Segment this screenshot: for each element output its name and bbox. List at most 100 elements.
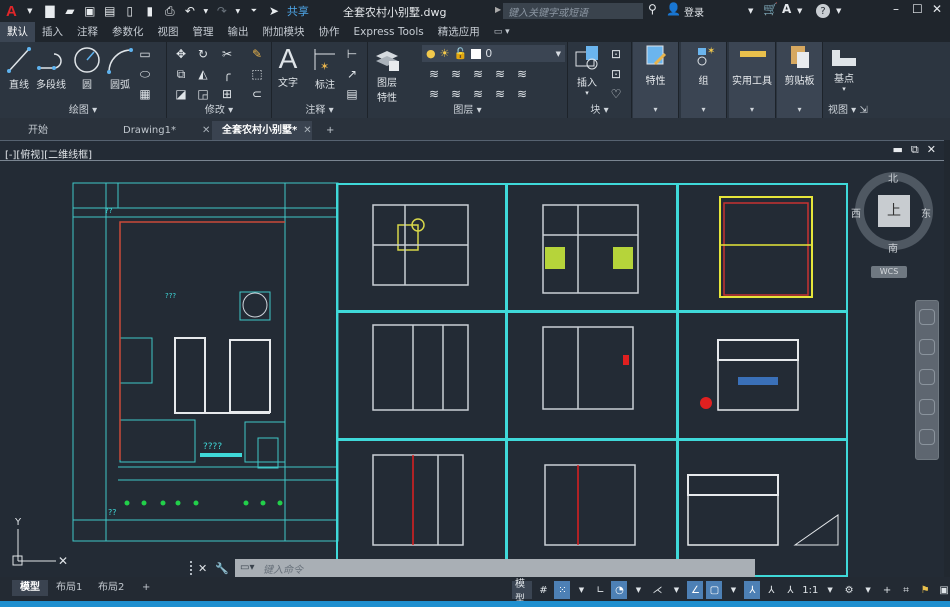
close-tab-icon[interactable]: ✕ — [303, 125, 311, 136]
layer-properties-button[interactable]: 图层 特性 — [374, 46, 400, 104]
annotation-scale-value[interactable]: 1:1 — [801, 581, 819, 599]
doc-tab-drawing1[interactable]: Drawing1* ✕ — [113, 121, 210, 140]
circle-button[interactable]: 圆 — [73, 46, 101, 91]
help-dropdown-icon[interactable]: ▼ — [836, 7, 841, 15]
tab-parametric[interactable]: 参数化 — [105, 22, 151, 42]
polar-dropdown-icon[interactable]: ▼ — [630, 581, 646, 599]
compass-north[interactable]: 北 — [888, 170, 898, 185]
user-icon[interactable]: 👤 — [666, 2, 681, 16]
viewport-restore-icon[interactable]: ⧉ — [911, 143, 919, 157]
mirror-icon[interactable]: ◭ — [195, 66, 211, 82]
undo-icon[interactable]: ↶ — [183, 4, 197, 18]
snap-icon[interactable]: ⁙ — [554, 581, 571, 599]
doc-tab-current[interactable]: 全套农村小别墅* ✕ — [212, 121, 312, 140]
ortho-icon[interactable]: ∟ — [592, 581, 608, 599]
search-input[interactable]: 键入关键字或短语 — [503, 3, 643, 19]
block-attribute-icon[interactable]: ♡ — [608, 86, 624, 102]
command-close-icon[interactable]: ✕ — [198, 562, 207, 575]
doc-tab-start[interactable]: 开始 — [18, 121, 113, 140]
object-snap-tracking-icon[interactable]: ∠ — [687, 581, 704, 599]
redo-icon[interactable]: ↷ — [215, 4, 229, 18]
layout-tab-model[interactable]: 模型 — [12, 580, 48, 596]
clipboard-expand-icon[interactable]: ▾ — [777, 105, 822, 114]
auto-scale-icon[interactable]: ⅄ — [763, 581, 779, 599]
save-web-icon[interactable]: ▮ — [143, 4, 157, 18]
object-snap-icon[interactable]: ▢ — [706, 581, 723, 599]
app-logo[interactable]: A — [6, 3, 17, 20]
polyline-button[interactable]: 多段线 — [36, 46, 66, 91]
view-panel-label[interactable]: 视图 ▾ ⇲ — [828, 101, 950, 116]
viewport-controls-label[interactable]: [-][俯视][二维线框] — [5, 146, 92, 161]
viewport-close-icon[interactable]: ✕ — [927, 143, 936, 157]
properties-panel[interactable]: 特性 ▾ — [633, 42, 679, 118]
layer-copy-icon[interactable]: ≋ — [514, 86, 530, 102]
modify-panel-label[interactable]: 修改 ▾ — [167, 101, 271, 116]
annotation-visibility-icon[interactable]: ⅄ — [744, 581, 761, 599]
tab-express-tools[interactable]: Express Tools — [347, 22, 431, 42]
linear-dim-icon[interactable]: ⊢ — [344, 46, 360, 62]
compass-east[interactable]: 东 — [921, 205, 931, 220]
open-file-icon[interactable]: ▰ — [63, 4, 77, 18]
table-icon[interactable]: ▤ — [344, 86, 360, 102]
save-icon[interactable]: ▣ — [83, 4, 97, 18]
workspace-gear-icon[interactable]: ⚙ — [841, 581, 857, 599]
viewport-minimize-icon[interactable]: ▬ — [893, 143, 903, 157]
new-tab-button[interactable]: + — [316, 121, 334, 140]
app-menu-chevron-icon[interactable]: ▼ — [23, 4, 37, 18]
zoom-extents-icon[interactable] — [919, 369, 935, 385]
trim-icon[interactable]: ✂ — [219, 46, 235, 62]
search-icon[interactable]: ⚲ — [648, 2, 657, 16]
tab-collaborate[interactable]: 协作 — [312, 22, 347, 42]
layout-tab-1[interactable]: 布局1 — [48, 580, 90, 596]
add-layout-button[interactable]: + — [134, 580, 158, 596]
close-tab-icon[interactable]: ✕ — [202, 125, 210, 136]
wcs-menu-button[interactable]: WCS — [871, 266, 907, 278]
steering-wheel-icon[interactable] — [919, 309, 935, 325]
save-as-icon[interactable]: ▤ — [103, 4, 117, 18]
tab-addins[interactable]: 附加模块 — [256, 22, 312, 42]
layer-walk-icon[interactable]: ≋ — [514, 66, 530, 82]
fillet-icon[interactable]: ╭ — [219, 66, 235, 82]
open-web-icon[interactable]: ▯ — [123, 4, 137, 18]
undo-dropdown-icon[interactable]: ▼ — [203, 4, 209, 18]
isodraft-icon[interactable]: ⋌ — [649, 581, 665, 599]
command-input[interactable]: 键入命令 — [235, 559, 755, 577]
command-customize-icon[interactable]: 🔧 — [215, 562, 229, 575]
stretch-icon[interactable]: ◪ — [173, 86, 189, 102]
tab-annotate[interactable]: 注释 — [70, 22, 105, 42]
search-expand-icon[interactable]: ▶ — [495, 5, 501, 14]
text-button[interactable]: A 文字 — [278, 44, 298, 90]
tab-insert[interactable]: 插入 — [35, 22, 70, 42]
units-icon[interactable]: ⌗ — [898, 581, 914, 599]
move-icon[interactable]: ✥ — [173, 46, 189, 62]
share-icon[interactable]: ➤ — [267, 4, 281, 18]
tab-default[interactable]: 默认 — [0, 22, 35, 42]
a360-dropdown-icon[interactable]: ▼ — [797, 7, 802, 15]
layer-match-icon[interactable]: ≋ — [448, 66, 464, 82]
showmotion-icon[interactable] — [919, 429, 935, 445]
layer-unlock-icon[interactable]: ≋ — [492, 86, 508, 102]
annotation-scale-icon[interactable]: ⅄ — [782, 581, 798, 599]
customize-toolbar-icon[interactable]: ⏷ — [247, 4, 261, 18]
erase-icon[interactable]: ✎ — [249, 46, 265, 62]
group-expand-icon[interactable]: ▾ — [681, 105, 726, 114]
explode-icon[interactable]: ⬚ — [249, 66, 265, 82]
ellipse-icon[interactable]: ⬭ — [137, 66, 153, 82]
command-line-grip[interactable] — [190, 561, 194, 575]
layer-unisolate-icon[interactable]: ≋ — [426, 86, 442, 102]
block-panel-label[interactable]: 块 ▾ — [568, 101, 631, 116]
orbit-icon[interactable] — [919, 399, 935, 415]
redo-dropdown-icon[interactable]: ▼ — [235, 4, 241, 18]
create-block-icon[interactable]: ⊡ — [608, 46, 624, 62]
autodesk-a360-icon[interactable]: A — [782, 2, 791, 16]
rotate-icon[interactable]: ↻ — [195, 46, 211, 62]
layer-isolate-icon[interactable]: ≋ — [426, 66, 442, 82]
layer-thaw-icon[interactable]: ≋ — [470, 86, 486, 102]
workspace-dropdown-icon[interactable]: ▼ — [860, 581, 876, 599]
layout-tab-2[interactable]: 布局2 — [90, 580, 132, 596]
utilities-panel[interactable]: 实用工具 ▾ — [729, 42, 776, 118]
maximize-icon[interactable]: ☐ — [912, 2, 923, 16]
rectangle-icon[interactable]: ▭ — [137, 46, 153, 62]
clean-screen-icon[interactable]: ▣ — [936, 581, 950, 599]
new-file-icon[interactable]: ▇ — [43, 4, 57, 18]
